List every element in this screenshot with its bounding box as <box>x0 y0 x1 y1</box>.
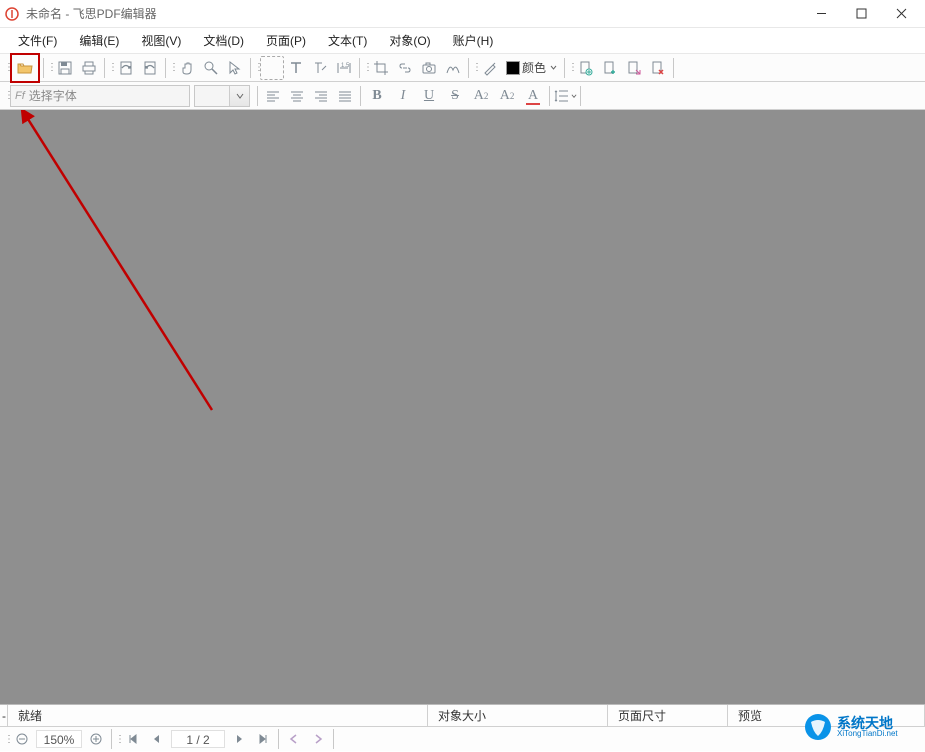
crop-tool-button[interactable] <box>369 56 393 80</box>
chevron-down-icon <box>550 64 557 71</box>
color-picker-button[interactable]: 颜色 <box>502 56 561 80</box>
menu-document[interactable]: 文档(D) <box>193 29 254 52</box>
align-right-button[interactable] <box>309 84 333 108</box>
close-button[interactable] <box>881 1 921 27</box>
text-spacing-button[interactable]: 1.5 <box>332 56 356 80</box>
navbar-grip[interactable]: ⋮ <box>4 734 10 745</box>
page-add-button[interactable] <box>598 56 622 80</box>
watermark: 系统天地 XiTongTianDi.net <box>803 712 921 748</box>
maximize-button[interactable] <box>841 1 881 27</box>
strikethrough-button[interactable]: S <box>442 84 468 108</box>
shape-tool-button[interactable] <box>441 56 465 80</box>
svg-text:1.5: 1.5 <box>341 63 350 69</box>
last-page-button[interactable] <box>253 729 273 749</box>
menu-page[interactable]: 页面(P) <box>256 29 316 52</box>
camera-tool-button[interactable] <box>417 56 441 80</box>
menu-account[interactable]: 账户(H) <box>443 29 504 52</box>
next-page-button[interactable] <box>229 729 249 749</box>
font-ff-icon: Ff <box>15 90 25 102</box>
prev-page-button[interactable] <box>147 729 167 749</box>
titlebar: 未命名 - 飞思PDF编辑器 <box>0 0 925 28</box>
status-page-size: 页面尺寸 <box>608 705 728 726</box>
italic-button[interactable]: I <box>390 84 416 108</box>
document-canvas[interactable] <box>0 110 925 705</box>
format-toolbar: ⋮ Ff 选择字体 B I U S A2 A2 A <box>0 82 925 110</box>
select-tool-button[interactable] <box>223 56 247 80</box>
marquee-tool-button[interactable] <box>260 56 284 80</box>
window-controls <box>801 1 921 27</box>
menubar: 文件(F) 编辑(E) 视图(V) 文档(D) 页面(P) 文本(T) 对象(O… <box>0 28 925 54</box>
watermark-cn: 系统天地 <box>837 716 898 730</box>
align-center-button[interactable] <box>285 84 309 108</box>
link-tool-button[interactable] <box>393 56 417 80</box>
watermark-en: XiTongTianDi.net <box>837 730 898 738</box>
text-edit-button[interactable] <box>308 56 332 80</box>
hand-tool-button[interactable] <box>175 56 199 80</box>
status-object-size: 对象大小 <box>428 705 608 726</box>
watermark-icon <box>803 712 833 742</box>
annotation-arrow <box>12 110 222 420</box>
minimize-button[interactable] <box>801 1 841 27</box>
navbar-grip[interactable]: ⋮ <box>115 734 121 745</box>
text-tool-button[interactable] <box>284 56 308 80</box>
font-size-select[interactable] <box>194 85 250 107</box>
nav-forward-button[interactable] <box>308 729 328 749</box>
menu-text[interactable]: 文本(T) <box>318 29 377 52</box>
status-ready: 就绪 <box>8 705 428 726</box>
window-title: 未命名 - 飞思PDF编辑器 <box>26 5 801 22</box>
bold-button[interactable]: B <box>364 84 390 108</box>
subscript-button[interactable]: A2 <box>494 84 520 108</box>
statusbar: - 就绪 对象大小 页面尺寸 预览 <box>0 705 925 727</box>
zoom-out-button[interactable] <box>12 729 32 749</box>
page-delete-button[interactable] <box>646 56 670 80</box>
redo-button[interactable] <box>138 56 162 80</box>
superscript-button[interactable]: A2 <box>468 84 494 108</box>
underline-button[interactable]: U <box>416 84 442 108</box>
menu-object[interactable]: 对象(O) <box>379 29 440 52</box>
first-page-button[interactable] <box>123 729 143 749</box>
font-placeholder: 选择字体 <box>29 87 77 104</box>
font-family-select[interactable]: Ff 选择字体 <box>10 85 190 107</box>
open-button-highlight <box>10 53 40 83</box>
pen-tool-button[interactable] <box>478 56 502 80</box>
chevron-down-icon <box>229 86 249 106</box>
statusbar-grip[interactable]: - <box>0 705 8 726</box>
align-left-button[interactable] <box>261 84 285 108</box>
navbar: ⋮ 150% ⋮ 1 / 2 <box>0 727 925 751</box>
menu-edit[interactable]: 编辑(E) <box>69 29 129 52</box>
app-icon <box>4 6 20 22</box>
line-spacing-button[interactable] <box>553 84 577 108</box>
color-label: 颜色 <box>522 59 546 76</box>
nav-back-button[interactable] <box>284 729 304 749</box>
save-button[interactable] <box>53 56 77 80</box>
page-insert-button[interactable] <box>574 56 598 80</box>
color-swatch <box>506 61 520 75</box>
undo-button[interactable] <box>114 56 138 80</box>
main-toolbar: ⋮ ⋮ ⋮ ⋮ ⋮ 1.5 ⋮ ⋮ 颜色 ⋮ <box>0 54 925 82</box>
page-value[interactable]: 1 / 2 <box>171 730 225 748</box>
zoom-value[interactable]: 150% <box>36 730 82 748</box>
menu-view[interactable]: 视图(V) <box>131 29 191 52</box>
open-button[interactable] <box>13 56 37 80</box>
align-justify-button[interactable] <box>333 84 357 108</box>
zoom-in-button[interactable] <box>86 729 106 749</box>
font-color-button[interactable]: A <box>520 84 546 108</box>
zoom-tool-button[interactable] <box>199 56 223 80</box>
print-button[interactable] <box>77 56 101 80</box>
page-export-button[interactable] <box>622 56 646 80</box>
menu-file[interactable]: 文件(F) <box>8 29 67 52</box>
